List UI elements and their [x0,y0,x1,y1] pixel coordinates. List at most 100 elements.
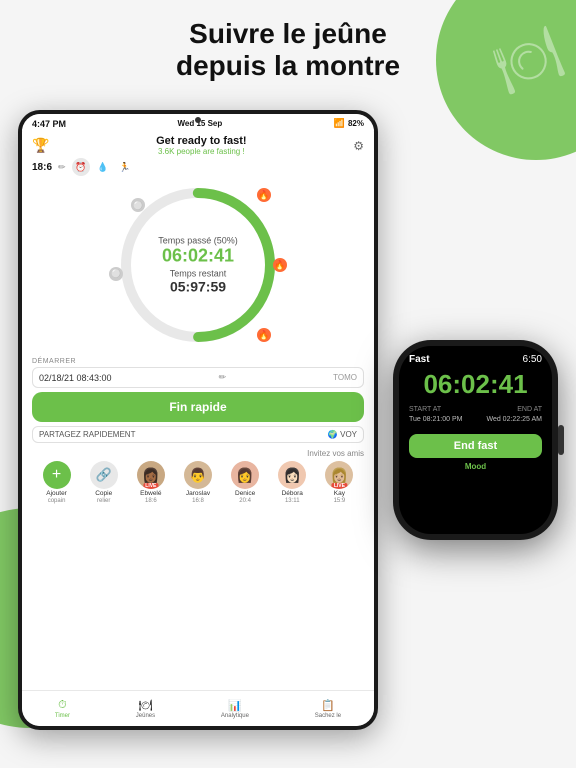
jeunes-nav-label: Jeûnes [136,713,155,719]
jeunes-nav-icon: 🍽 [138,699,152,712]
nav-analytique[interactable]: 📊 Analytique [221,699,249,719]
dot-top-left: ⚪ [131,198,145,212]
debora-time: 13:11 [285,498,300,504]
nav-timer[interactable]: ⏱ Timer [55,699,70,719]
mode-water-icon[interactable]: 💧 [94,158,112,176]
watch-end-value: Wed 02:22:25 AM [486,416,542,423]
analytique-nav-label: Analytique [221,713,249,719]
add-friend-sub: copain [48,498,66,504]
start-date-value: 02/18/21 08:43:00 [39,373,112,383]
trophy-icon: 🏆 [32,137,49,154]
tablet-frame: 4:47 PM Wed 15 Sep 📶 82% 🏆 Get ready to … [18,110,378,730]
copy-sub: relier [97,498,110,504]
friend-ebwele[interactable]: 👩🏾LIVE Ebwelé 18:6 [137,461,165,504]
nav-sachez[interactable]: 📋 Sachez le [315,699,341,719]
watch-crown [558,425,564,455]
start-edit-icon[interactable]: ✏ [219,372,227,383]
tablet-screen: 4:47 PM Wed 15 Sep 📶 82% 🏆 Get ready to … [22,114,374,726]
watch-labels-row: START AT END AT [409,406,542,413]
sachez-nav-icon: 📋 [321,699,335,712]
friend-jaroslav[interactable]: 👨 Jaroslav 16:8 [184,461,212,504]
friend-debora[interactable]: 👩🏻 Débora 13:11 [278,461,306,504]
fast-label: 18:6 [32,162,52,173]
add-friend-avatar: + [43,461,71,489]
fast-selector: 18:6 ✏ ⏰ 💧 🏃 [32,158,364,176]
app-title: Get ready to fast! 3.6K people are fasti… [49,135,353,156]
friends-row: + Ajouter copain 🔗 Copie relier 👩🏾LIVE E… [32,461,364,504]
partager-label: PARTAGEZ RAPIDEMENT [39,430,135,439]
battery-icon: 82% [348,119,364,128]
watch-start-value: Tue 08:21:00 PM [409,416,462,423]
watch-start-label: START AT [409,406,441,413]
wifi-icon: 📶 [334,118,345,129]
watch-mood: Mood [409,462,542,471]
friend-kay[interactable]: 👩🏼LIVE Kay 15:9 [325,461,353,504]
kay-name: Kay [334,490,345,497]
ebwele-name: Ebwelé [140,490,161,497]
debora-avatar: 👩🏻 [278,461,306,489]
kay-time: 15:9 [334,498,346,504]
partager-row: PARTAGEZ RAPIDEMENT 🌍 VOY [32,426,364,443]
watch-end-label: END AT [517,406,542,413]
header-section: Suivre le jeûne depuis la montre [0,18,576,82]
analytique-nav-icon: 📊 [228,699,242,712]
header-title: Suivre le jeûne depuis la montre [0,18,576,82]
denice-time: 20:4 [239,498,251,504]
add-friend-name: Ajouter [46,490,67,497]
watch-app-name: Fast [409,354,430,365]
copy-name: Copie [95,490,112,497]
timer-elapsed-label: Temps passé (50%) [158,236,238,246]
mode-clock-icon[interactable]: ⏰ [72,158,90,176]
watch-header: Fast 6:50 [409,354,542,365]
tablet-camera [195,117,201,123]
friend-copy[interactable]: 🔗 Copie relier [90,461,118,504]
timer-remaining-label: Temps restant [158,269,238,279]
watch-frame: Fast 6:50 06:02:41 START AT END AT Tue 0… [393,340,558,540]
dot-right: 🔥 [273,258,287,272]
fast-edit-icon[interactable]: ✏ [58,162,66,173]
timer-remaining-value: 05:97:59 [158,279,238,295]
gear-icon[interactable]: ⚙ [353,139,364,153]
timer-circle-area: 🔥 🔥 🔥 ⚪ ⚪ Temps passé (50%) 06:02:41 Tem… [113,180,283,350]
friend-add[interactable]: + Ajouter copain [43,461,71,504]
tomo-label: TOMO [333,373,357,382]
denice-name: Denice [235,490,255,497]
timer-center: Temps passé (50%) 06:02:41 Temps restant… [158,236,238,295]
watch-time: 6:50 [523,354,542,365]
partager-suffix: 🌍 VOY [328,430,357,439]
nav-jeunes[interactable]: 🍽 Jeûnes [136,699,155,719]
dot-top-right: 🔥 [257,188,271,202]
app-subtitle: 3.6K people are fasting ! [49,147,353,156]
bottom-section: DÉMARRER 02/18/21 08:43:00 ✏ TOMO Fin ra… [22,354,374,508]
jaroslav-time: 16:8 [192,498,204,504]
friend-denice[interactable]: 👩 Denice 20:4 [231,461,259,504]
jaroslav-name: Jaroslav [186,490,210,497]
dot-left: ⚪ [109,267,123,281]
dot-bottom-right: 🔥 [257,328,271,342]
debora-name: Débora [282,490,303,497]
status-right: 📶 82% [334,118,364,129]
watch-values-row: Tue 08:21:00 PM Wed 02:22:25 AM [409,416,542,431]
mode-icons: ⏰ 💧 🏃 [72,158,134,176]
app-header-section: 🏆 Get ready to fast! 3.6K people are fas… [22,131,374,350]
timer-elapsed-value: 06:02:41 [158,246,238,267]
friends-label: Invitez vos amis [32,449,364,458]
sachez-nav-label: Sachez le [315,713,341,719]
fin-rapide-button[interactable]: Fin rapide [32,392,364,422]
mode-run-icon[interactable]: 🏃 [116,158,134,176]
ebwele-avatar: 👩🏾LIVE [137,461,165,489]
jaroslav-avatar: 👨 [184,461,212,489]
copy-avatar: 🔗 [90,461,118,489]
end-fast-button[interactable]: End fast [409,434,542,458]
kay-avatar: 👩🏼LIVE [325,461,353,489]
timer-nav-icon: ⏱ [58,699,67,712]
status-time: 4:47 PM [32,119,66,129]
timer-nav-label: Timer [55,713,70,719]
watch-timer: 06:02:41 [409,369,542,400]
denice-avatar: 👩 [231,461,259,489]
app-main-title: Get ready to fast! [49,135,353,147]
bottom-nav: ⏱ Timer 🍽 Jeûnes 📊 Analytique 📋 Sachez l… [22,690,374,726]
ebwele-time: 18:6 [145,498,157,504]
date-row: 02/18/21 08:43:00 ✏ TOMO [32,367,364,388]
app-header: 🏆 Get ready to fast! 3.6K people are fas… [32,135,364,156]
